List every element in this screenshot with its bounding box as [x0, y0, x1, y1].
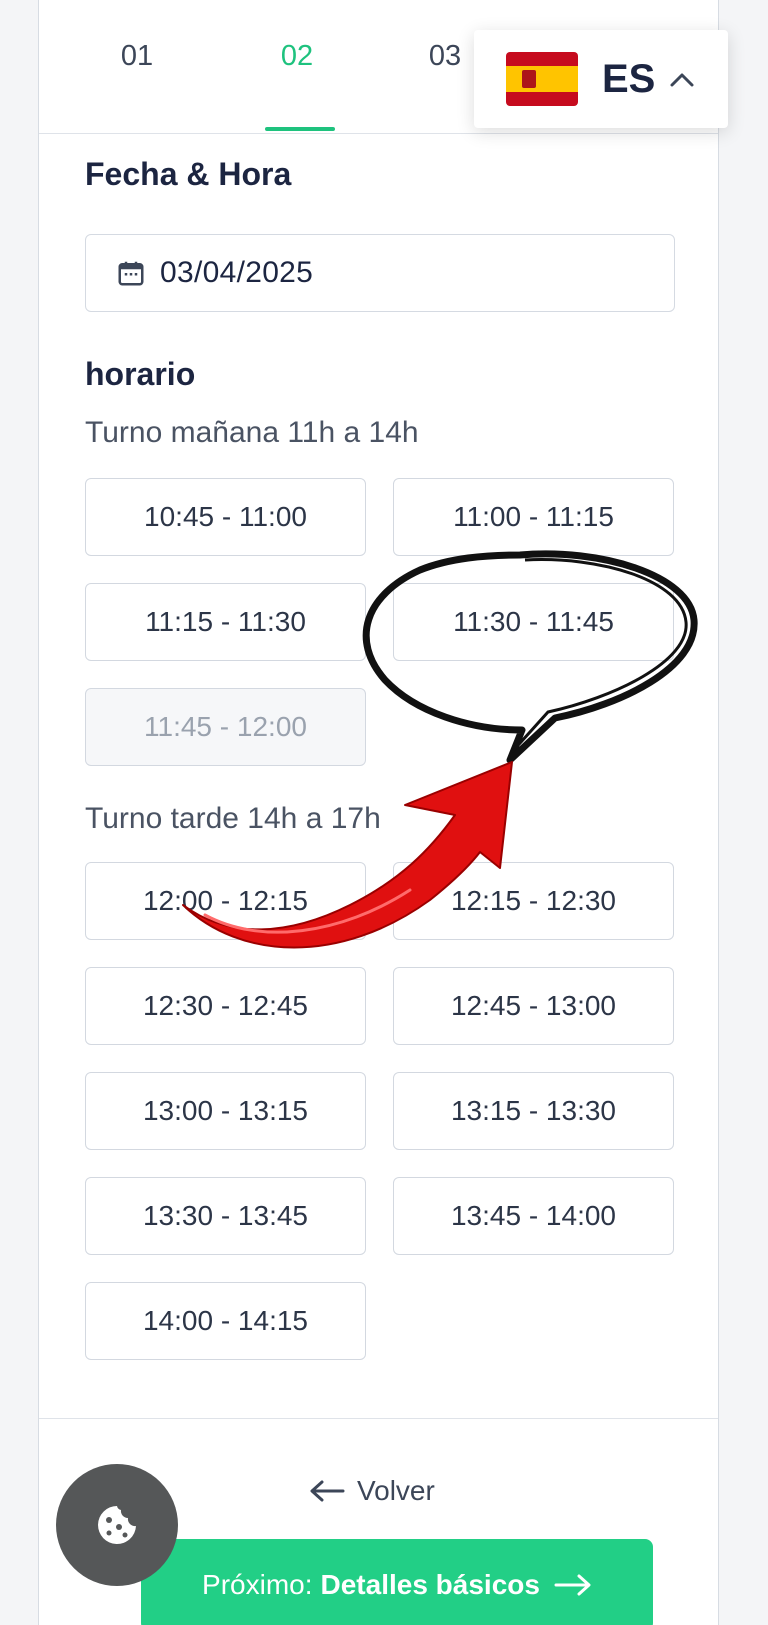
chevron-up-icon	[670, 73, 694, 87]
cookie-icon	[98, 1506, 136, 1544]
next-prefix: Próximo:	[202, 1569, 313, 1600]
cookie-settings-button[interactable]	[56, 1464, 178, 1586]
step-2-tab[interactable]: 02	[257, 40, 337, 73]
time-slot[interactable]: 11:15 - 11:30	[85, 583, 366, 661]
spain-flag-icon	[506, 52, 578, 106]
time-slot-disabled: 11:45 - 12:00	[85, 688, 366, 766]
date-input[interactable]: 03/04/2025	[85, 234, 675, 312]
afternoon-shift-label: Turno tarde 14h a 17h	[85, 802, 381, 835]
time-slot[interactable]: 12:45 - 13:00	[393, 967, 674, 1045]
time-slot[interactable]: 12:30 - 12:45	[85, 967, 366, 1045]
language-code: ES	[602, 56, 656, 101]
arrow-left-icon	[310, 1480, 345, 1502]
section-title: Fecha & Hora	[85, 156, 292, 192]
next-button[interactable]: Próximo: Detalles básicos	[141, 1539, 653, 1625]
step-1-tab[interactable]: 01	[97, 40, 177, 73]
time-slot[interactable]: 11:30 - 11:45	[393, 583, 674, 661]
active-step-underline	[265, 127, 335, 131]
date-value: 03/04/2025	[160, 256, 314, 289]
time-slot[interactable]: 12:00 - 12:15	[85, 862, 366, 940]
morning-shift-label: Turno mañana 11h a 14h	[85, 416, 419, 449]
time-slot[interactable]: 14:00 - 14:15	[85, 1282, 366, 1360]
time-slot[interactable]: 13:30 - 13:45	[85, 1177, 366, 1255]
booking-card: 01 02 03 Fecha & Hora 03/04/2025 horario…	[38, 0, 719, 1625]
back-label: Volver	[357, 1475, 435, 1506]
time-slot[interactable]: 12:15 - 12:30	[393, 862, 674, 940]
schedule-title: horario	[85, 356, 196, 392]
time-slot[interactable]: 13:45 - 14:00	[393, 1177, 674, 1255]
time-slot[interactable]: 13:00 - 13:15	[85, 1072, 366, 1150]
step-3-tab[interactable]: 03	[405, 40, 485, 73]
arrow-right-icon	[554, 1574, 591, 1596]
time-slot[interactable]: 10:45 - 11:00	[85, 478, 366, 556]
time-slot[interactable]: 13:15 - 13:30	[393, 1072, 674, 1150]
language-selector[interactable]: ES	[474, 30, 728, 128]
next-label: Detalles básicos	[320, 1569, 540, 1600]
back-button[interactable]: Volver	[309, 1475, 435, 1507]
time-slot[interactable]: 11:00 - 11:15	[393, 478, 674, 556]
calendar-icon	[118, 261, 144, 286]
